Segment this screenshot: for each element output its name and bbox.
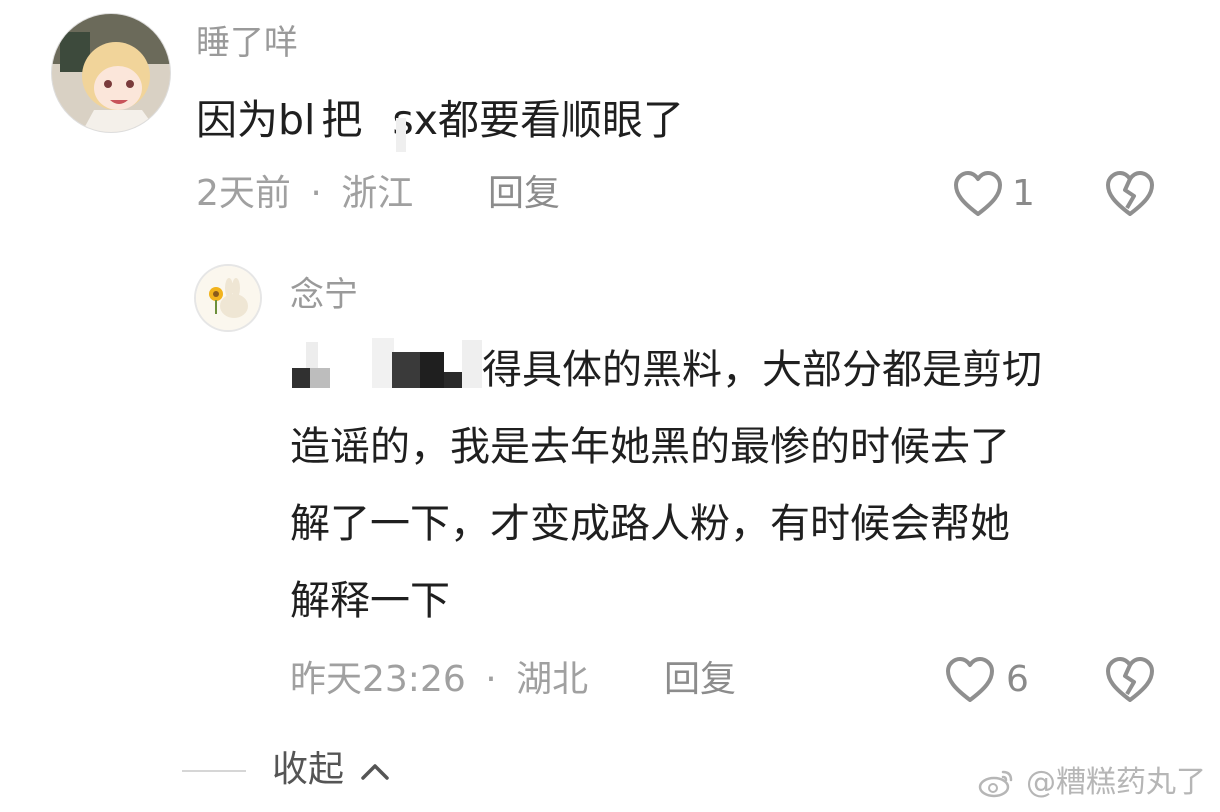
bunny-sunflower-avatar-image [196, 266, 260, 330]
comment-text-part3: sx都要看顺眼了 [392, 96, 685, 144]
comment-time: 2天前 [196, 173, 291, 214]
collapse-label: 收起 [272, 749, 345, 790]
comment-reply-button[interactable]: 回复 [488, 176, 560, 212]
comment-like-button[interactable] [952, 170, 1004, 222]
broken-heart-icon [1106, 657, 1154, 702]
collapse-replies-button[interactable]: 收起 [272, 752, 391, 788]
reply-like-button[interactable] [944, 656, 996, 708]
anime-avatar-image [52, 14, 170, 132]
reply-like-count: 6 [1006, 659, 1029, 700]
comment-text: 因为bl 把 sx都要看顺眼了 [196, 100, 684, 141]
comment-like-count: 1 [1012, 173, 1035, 214]
heart-icon [946, 657, 994, 702]
censor-blur [396, 118, 406, 152]
comment-text-part1: 因为bl [196, 96, 316, 144]
heart-icon [954, 171, 1002, 216]
meta-separator: · [485, 659, 497, 700]
reply-text: 得具体的黑料，大部分都是剪切 造谣的，我是去年她黑的最惨的时候去了 解了一下，才… [290, 332, 1170, 640]
avatar-reply[interactable] [196, 266, 260, 330]
meta-separator: · [310, 173, 322, 214]
reply-text-line2: 造谣的，我是去年她黑的最惨的时候去了 [290, 424, 1010, 470]
reply-time: 昨天23:26 [290, 659, 466, 700]
avatar-main-comment[interactable] [52, 14, 170, 132]
comment-dislike-button[interactable] [1104, 170, 1156, 222]
comment-meta: 2天前 · 浙江 [196, 176, 413, 212]
watermark-text: @糟糕药丸了 [1026, 764, 1206, 800]
censor-block [362, 104, 392, 134]
weibo-watermark: @糟糕药丸了 [978, 764, 1206, 800]
reply-text-line3: 解了一下，才变成路人粉，有时候会帮她 [290, 501, 1010, 547]
broken-heart-icon [1106, 171, 1154, 216]
reply-text-line1: 得具体的黑料，大部分都是剪切 [482, 347, 1042, 393]
collapse-divider [182, 770, 246, 772]
reply-meta: 昨天23:26 · 湖北 [290, 662, 588, 698]
reply-text-line4: 解释一下 [290, 578, 450, 624]
reply-username[interactable]: 念宁 [290, 278, 358, 312]
reply-dislike-button[interactable] [1104, 656, 1156, 708]
reply-location: 湖北 [516, 659, 589, 700]
comment-username[interactable]: 睡了咩 [196, 26, 298, 60]
weibo-logo [979, 770, 1013, 798]
chevron-up-icon [361, 764, 390, 780]
reply-reply-button[interactable]: 回复 [664, 662, 736, 698]
comment-text-part2: 把 [321, 96, 363, 144]
comment-location: 浙江 [341, 173, 414, 214]
